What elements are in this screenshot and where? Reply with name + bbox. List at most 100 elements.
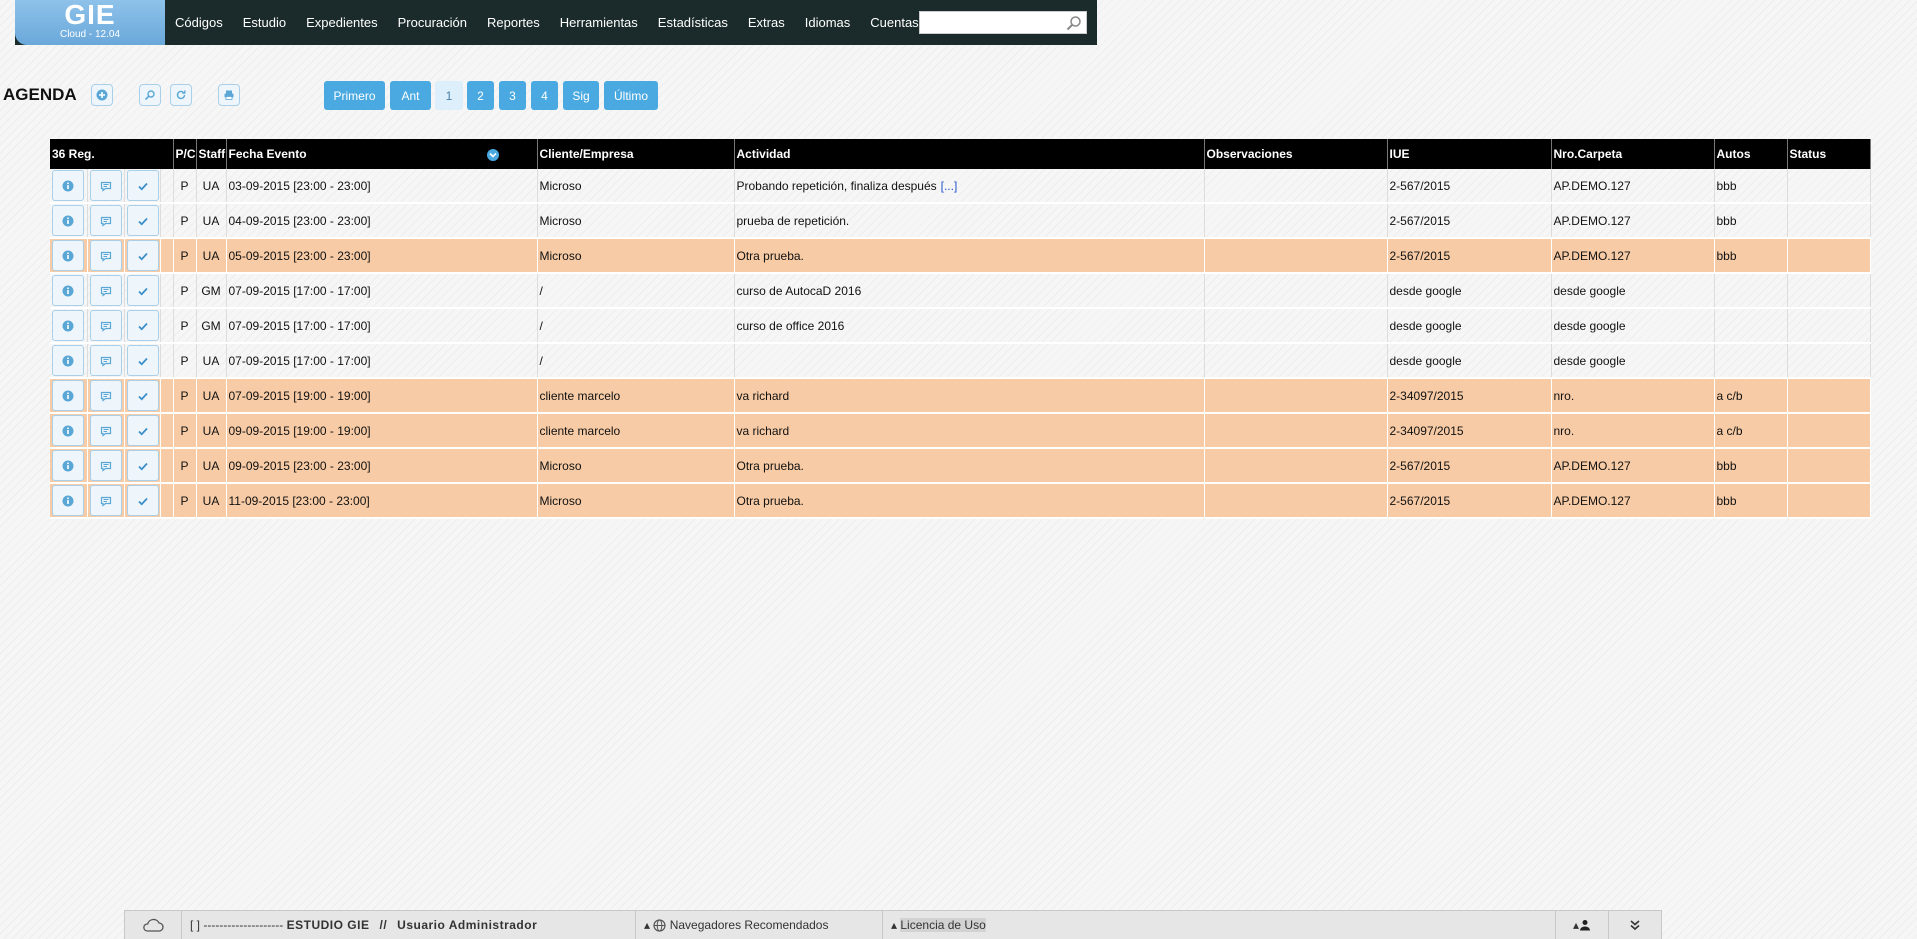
menu-item-herramientas[interactable]: Herramientas xyxy=(560,15,638,30)
row-info-button[interactable] xyxy=(52,170,85,201)
row-complete-button[interactable] xyxy=(126,485,159,516)
row-complete-button[interactable] xyxy=(126,170,159,201)
menu-item-cuentas[interactable]: Cuentas xyxy=(870,15,918,30)
header-autos[interactable]: Autos xyxy=(1714,139,1788,169)
header-observaciones[interactable]: Observaciones xyxy=(1204,139,1388,169)
footer-license-label: Licencia de Uso xyxy=(900,918,986,932)
row-complete-button[interactable] xyxy=(126,240,159,271)
header-pc[interactable]: P/C xyxy=(173,139,197,169)
row-comment-button[interactable] xyxy=(89,485,122,516)
row-info-button[interactable] xyxy=(52,450,85,481)
menu-item-extras[interactable]: Extras xyxy=(748,15,785,30)
row-complete-button[interactable] xyxy=(126,415,159,446)
row-comment-button[interactable] xyxy=(89,240,122,271)
row-complete-button[interactable] xyxy=(126,310,159,341)
cell-autos: bbb xyxy=(1714,169,1788,204)
row-comment-button[interactable] xyxy=(89,450,122,481)
header-staff[interactable]: Staff xyxy=(196,139,227,169)
row-info-button[interactable] xyxy=(52,310,85,341)
row-complete-button[interactable] xyxy=(126,380,159,411)
page-3-button[interactable]: 3 xyxy=(499,81,526,110)
row-info-button[interactable] xyxy=(52,205,85,236)
table-row[interactable]: P UA 04-09-2015 [23:00 - 23:00] Microso … xyxy=(50,203,1871,239)
header-status[interactable]: Status xyxy=(1787,139,1871,169)
search-icon[interactable] xyxy=(1066,15,1082,31)
row-comment-button[interactable] xyxy=(89,415,122,446)
more-link[interactable]: [...] xyxy=(941,179,958,193)
agenda-table: 36 Reg. P/C Staff Fecha Evento Cliente/E… xyxy=(50,139,1871,519)
menu-item-estadisticas[interactable]: Estadísticas xyxy=(658,15,728,30)
row-comment-button[interactable] xyxy=(89,275,122,306)
row-info-button[interactable] xyxy=(52,415,85,446)
menu-item-reportes[interactable]: Reportes xyxy=(487,15,540,30)
info-icon xyxy=(62,425,74,436)
row-comment-button[interactable] xyxy=(89,380,122,411)
cloud-button[interactable] xyxy=(125,911,182,939)
footer-user-name: Usuario Administrador xyxy=(397,918,538,932)
header-actividad[interactable]: Actividad xyxy=(734,139,1205,169)
row-info-button[interactable] xyxy=(52,240,85,271)
row-comment-button[interactable] xyxy=(89,205,122,236)
header-fecha[interactable]: Fecha Evento xyxy=(226,139,538,169)
cell-iue: 2-567/2015 xyxy=(1387,238,1552,274)
menu-item-codigos[interactable]: Códigos xyxy=(175,15,223,30)
table-row[interactable]: P GM 07-09-2015 [17:00 - 17:00] / curso … xyxy=(50,308,1871,344)
footer-browsers[interactable]: ▴ Navegadores Recomendados xyxy=(636,911,883,939)
page-next-button[interactable]: Sig xyxy=(563,81,599,110)
page-2-button[interactable]: 2 xyxy=(467,81,494,110)
table-header-row: 36 Reg. P/C Staff Fecha Evento Cliente/E… xyxy=(50,139,1871,169)
page-1-button[interactable]: 1 xyxy=(435,81,463,110)
search-input[interactable] xyxy=(922,13,1064,34)
table-row[interactable]: P UA 07-09-2015 [19:00 - 19:00] cliente … xyxy=(50,378,1871,414)
footer-collapse-button[interactable] xyxy=(1609,911,1661,939)
menu-item-idiomas[interactable]: Idiomas xyxy=(805,15,851,30)
cell-cliente: Microso xyxy=(537,169,735,204)
table-row[interactable]: P UA 07-09-2015 [17:00 - 17:00] / desde … xyxy=(50,343,1871,379)
page-4-button[interactable]: 4 xyxy=(531,81,558,110)
menu-item-expedientes[interactable]: Expedientes xyxy=(306,15,378,30)
app-logo[interactable]: GIE Cloud - 12.04 xyxy=(15,0,165,45)
row-complete-button[interactable] xyxy=(126,450,159,481)
row-comment-button[interactable] xyxy=(89,310,122,341)
footer-license[interactable]: ▴ Licencia de Uso xyxy=(883,911,1556,939)
header-carpeta[interactable]: Nro.Carpeta xyxy=(1551,139,1715,169)
refresh-button[interactable] xyxy=(170,84,192,106)
print-button[interactable] xyxy=(218,84,240,106)
header-iue[interactable]: IUE xyxy=(1387,139,1552,169)
table-row[interactable]: P UA 05-09-2015 [23:00 - 23:00] Microso … xyxy=(50,238,1871,274)
row-complete-button[interactable] xyxy=(126,205,159,236)
table-row[interactable]: P UA 03-09-2015 [23:00 - 23:00] Microso … xyxy=(50,169,1871,204)
table-row[interactable]: P UA 09-09-2015 [19:00 - 19:00] cliente … xyxy=(50,413,1871,449)
page-last-button[interactable]: Último xyxy=(604,81,658,110)
sort-down-icon[interactable] xyxy=(486,149,499,161)
cell-status xyxy=(1787,203,1871,239)
menu-item-procuracion[interactable]: Procuración xyxy=(398,15,467,30)
menu-item-estudio[interactable]: Estudio xyxy=(243,15,286,30)
row-comment-button[interactable] xyxy=(89,170,122,201)
row-complete-button[interactable] xyxy=(126,345,159,376)
row-info-button[interactable] xyxy=(52,380,85,411)
top-navbar: GIE Cloud - 12.04 Códigos Estudio Expedi… xyxy=(15,0,1097,45)
row-info-button[interactable] xyxy=(52,275,85,306)
row-complete-button[interactable] xyxy=(126,275,159,306)
row-comment-button[interactable] xyxy=(89,345,122,376)
page-prev-button[interactable]: Ant xyxy=(390,81,431,110)
cell-cliente: Microso xyxy=(537,238,735,274)
row-indicator xyxy=(160,413,174,449)
cell-staff: UA xyxy=(196,413,227,449)
cell-actividad: curso de AutocaD 2016 xyxy=(734,273,1205,309)
row-info-button[interactable] xyxy=(52,345,85,376)
search-button[interactable] xyxy=(139,84,161,106)
cell-pc: P xyxy=(173,378,197,414)
table-row[interactable]: P GM 07-09-2015 [17:00 - 17:00] / curso … xyxy=(50,273,1871,309)
add-button[interactable] xyxy=(91,84,113,106)
footer-user-button[interactable]: ▴ xyxy=(1556,911,1609,939)
cell-observaciones xyxy=(1204,343,1388,379)
page-first-button[interactable]: Primero xyxy=(324,81,385,110)
table-row[interactable]: P UA 09-09-2015 [23:00 - 23:00] Microso … xyxy=(50,448,1871,484)
header-cliente[interactable]: Cliente/Empresa xyxy=(537,139,735,169)
cell-observaciones xyxy=(1204,169,1388,204)
table-row[interactable]: P UA 11-09-2015 [23:00 - 23:00] Microso … xyxy=(50,483,1871,519)
row-indicator xyxy=(160,203,174,239)
row-info-button[interactable] xyxy=(52,485,85,516)
